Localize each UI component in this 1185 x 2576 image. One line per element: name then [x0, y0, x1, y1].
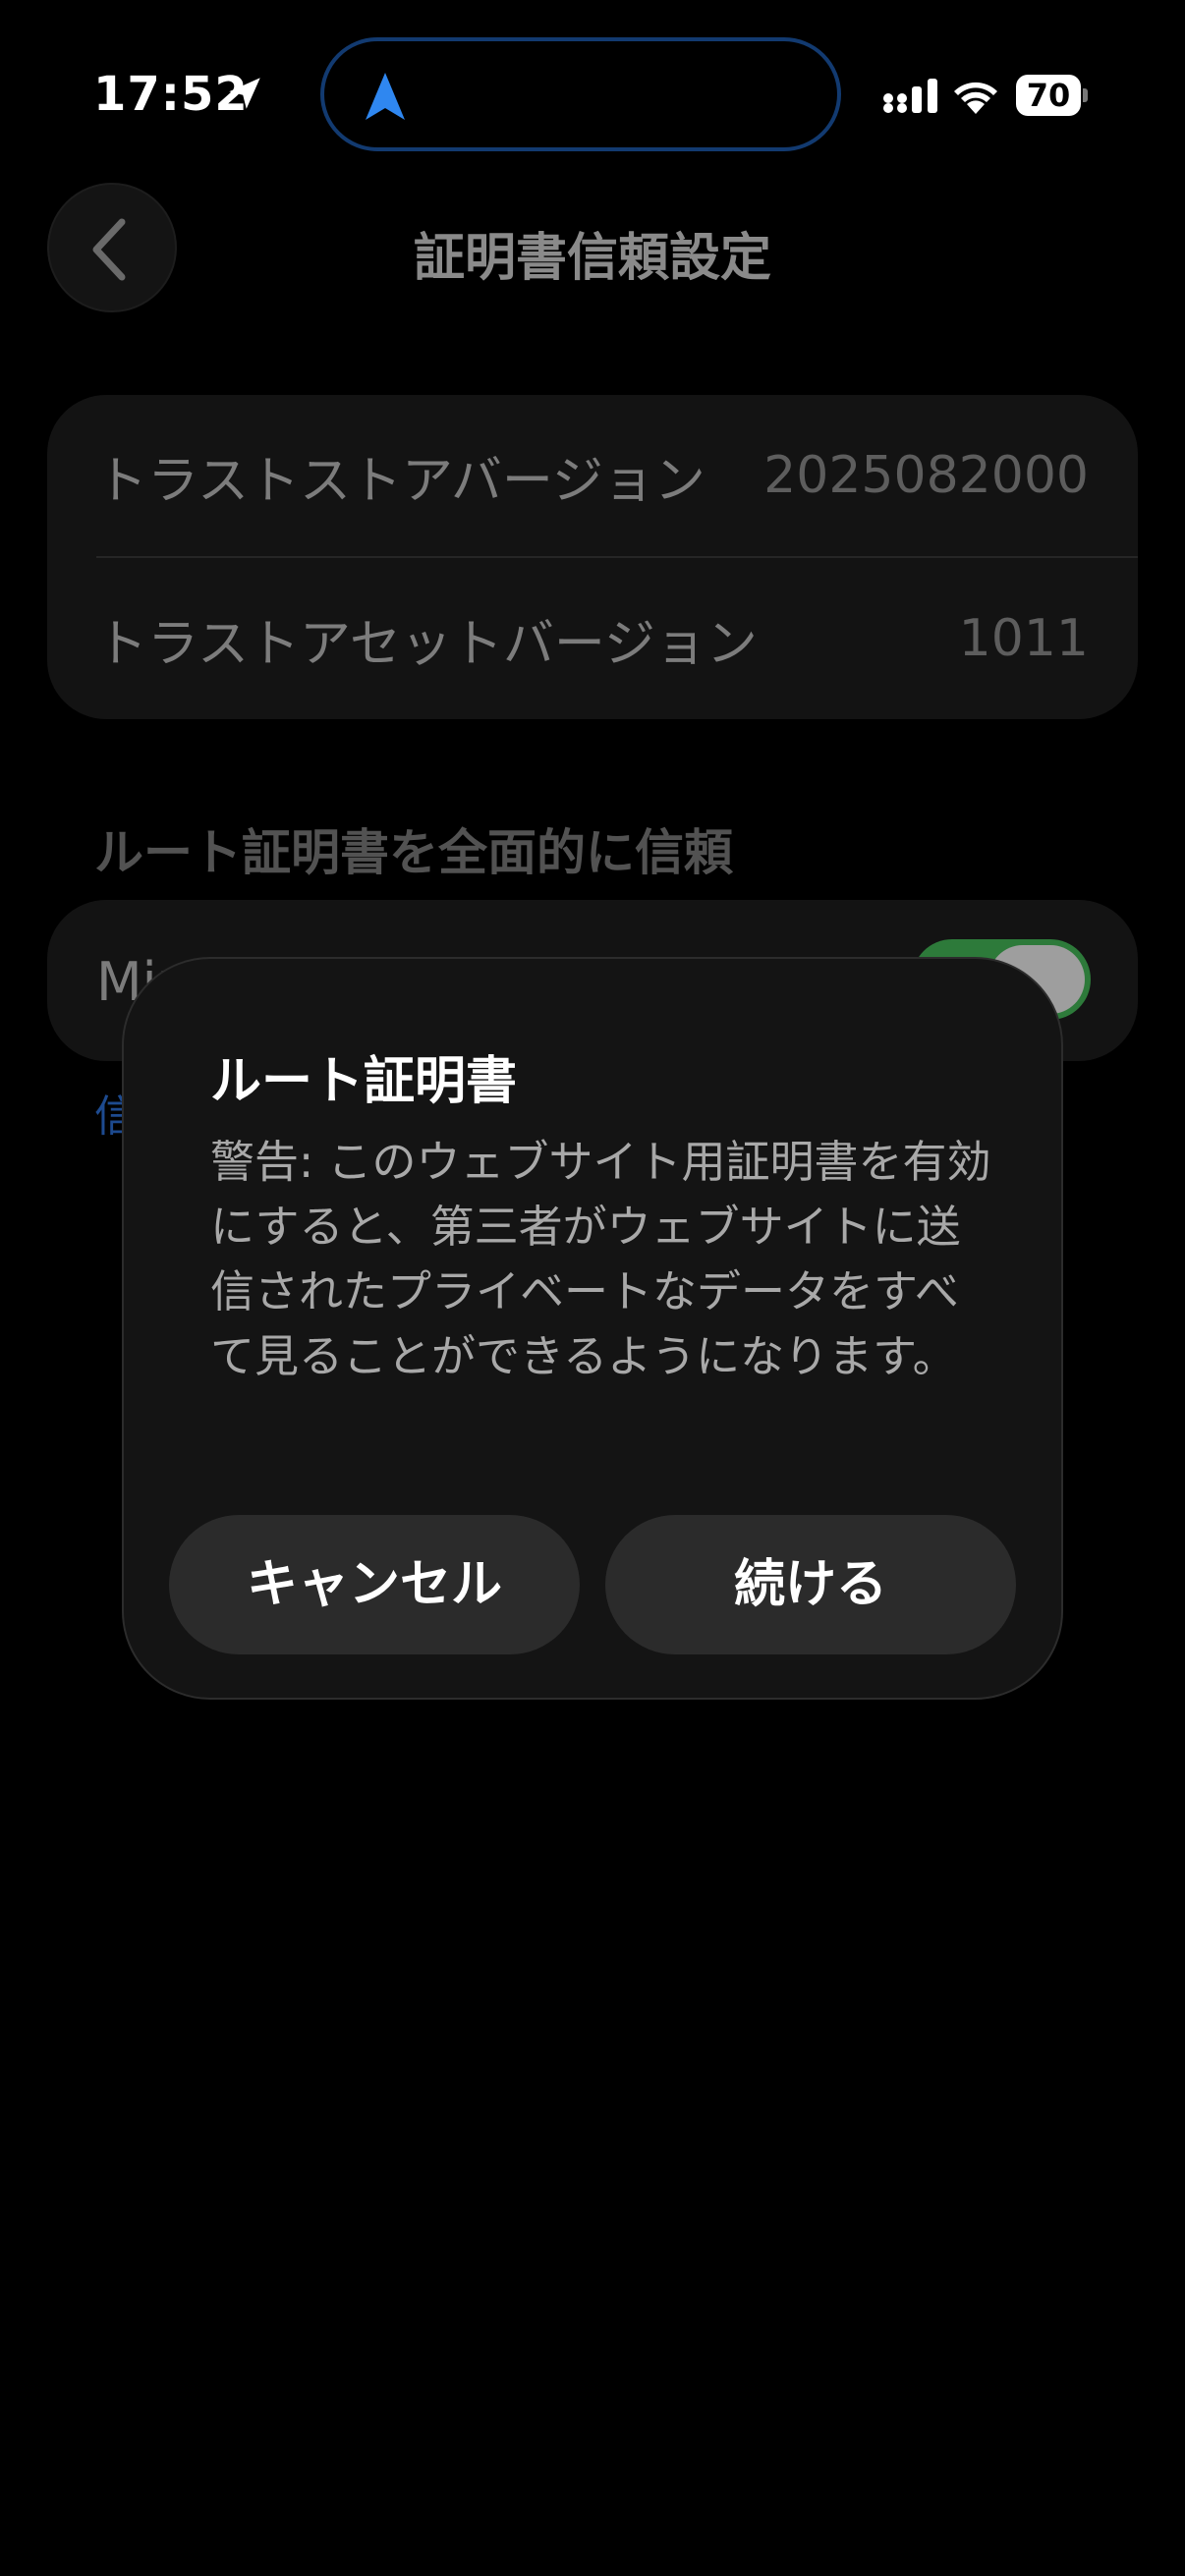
trust-asset-version-row: トラストアセットバージョン 1011	[96, 558, 1089, 719]
cancel-button[interactable]: キャンセル	[169, 1515, 580, 1654]
root-certificate-alert: ルート証明書 警告: このウェブサイト用証明書を有効にすると、第三者がウェブサイ…	[122, 957, 1063, 1700]
trust-store-version-value: 2025082000	[763, 446, 1089, 505]
alert-message: 警告: このウェブサイト用証明書を有効にすると、第三者がウェブサイトに送信された…	[210, 1136, 991, 1382]
trust-info-card: トラストストアバージョン 2025082000 トラストアセットバージョン 10…	[47, 395, 1138, 719]
section-header: ルート証明書を全面的に信頼	[94, 824, 733, 881]
continue-button[interactable]: 続ける	[605, 1515, 1016, 1654]
trust-store-version-label: トラストストアバージョン	[96, 451, 705, 511]
trust-asset-version-value: 1011	[958, 609, 1089, 668]
page-title: 証明書信頼設定	[413, 229, 771, 288]
trust-asset-version-label: トラストアセットバージョン	[96, 614, 758, 674]
alert-title: ルート証明書	[210, 1052, 518, 1111]
trust-store-version-row: トラストストアバージョン 2025082000	[96, 395, 1089, 556]
